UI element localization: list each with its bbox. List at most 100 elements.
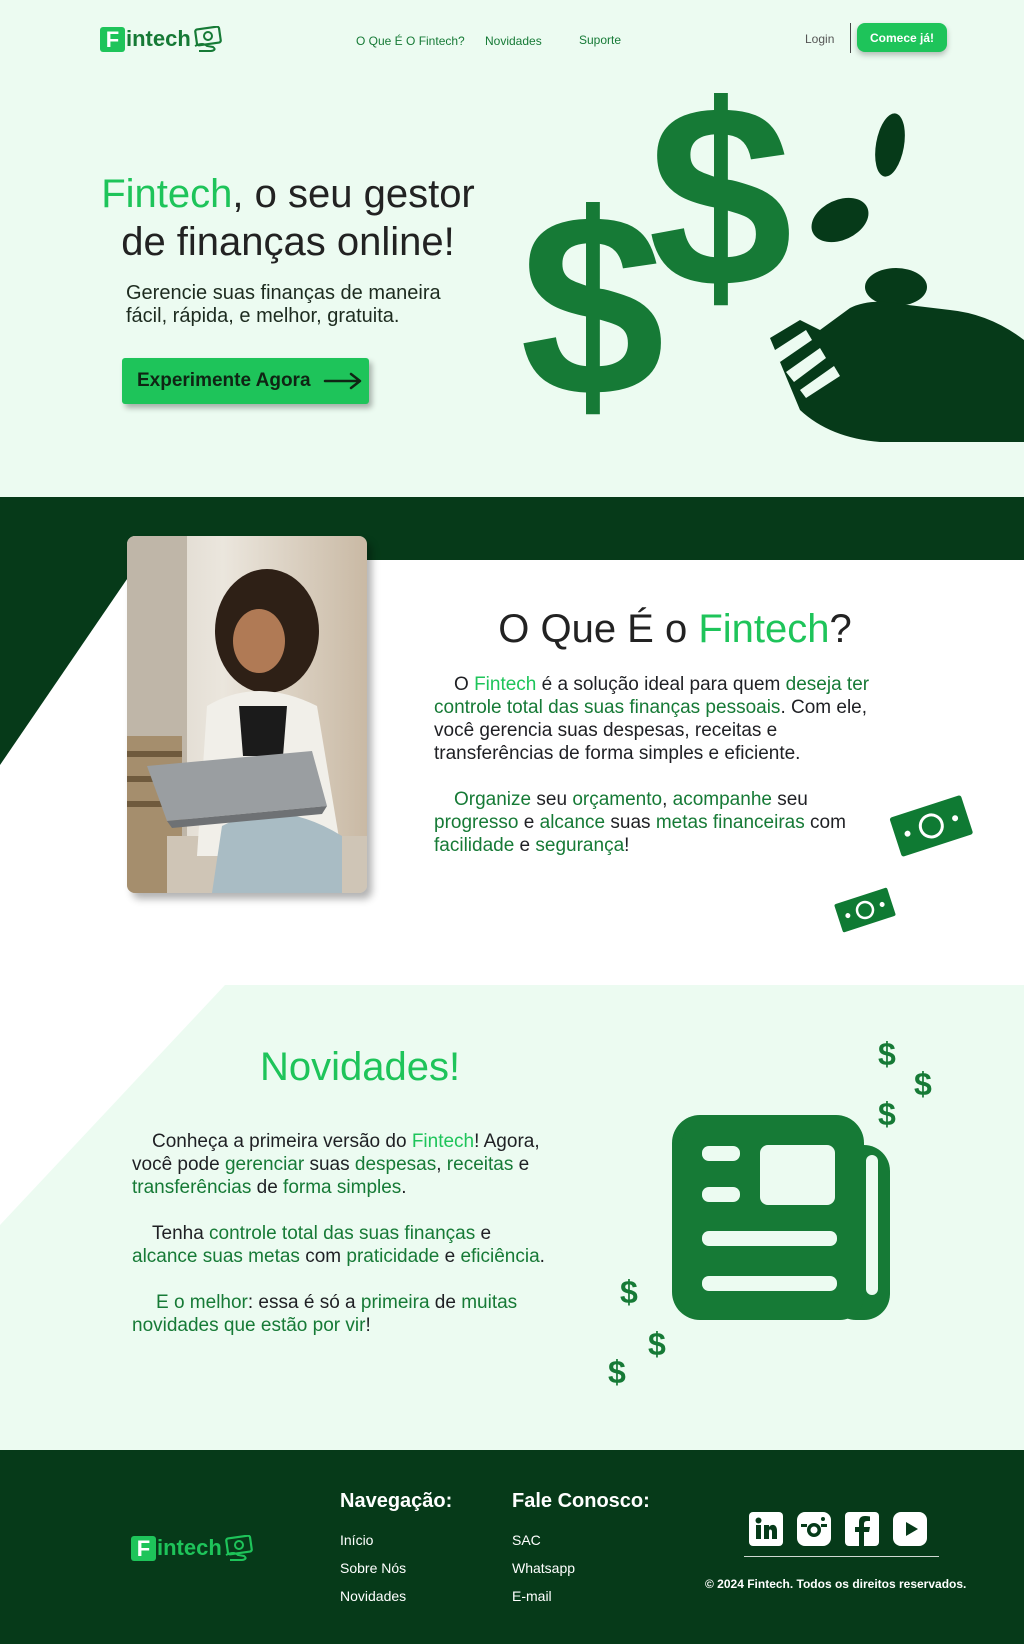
paragraph-segment: ! [624,835,630,856]
about-title-pre: O Que É o [498,607,699,651]
nav-link-suporte[interactable]: Suporte [579,33,621,47]
paragraph-segment: eficiência [460,1246,540,1267]
header-divider [850,23,851,53]
paragraph-segment: de [429,1292,462,1313]
paragraph-segment: Fintech [411,1131,475,1152]
svg-text:$: $ [648,90,793,342]
paragraph-segment: seu [531,789,573,810]
header-logo[interactable]: F intech [100,26,223,52]
paragraph-segment: alcance [539,812,606,833]
paragraph-segment: deseja ter [785,674,870,695]
hero-subtitle-line2: fácil, rápida, e melhor, gratuita. [126,305,400,327]
paragraph-segment: é a solução ideal para quem [536,674,786,695]
footer-link-sac[interactable]: SAC [512,1532,541,1548]
dollar-sign-icon: $ [648,1326,666,1362]
paragraph-segment: E o melhor [156,1292,248,1313]
paragraph-segment: receitas [446,1154,514,1175]
news-title: Novidades! [259,1045,461,1089]
footer-link-whatsapp[interactable]: Whatsapp [512,1560,575,1576]
paragraph-segment: . Com ele, [780,697,868,718]
copyright-text: © 2024 Fintech. Todos os direitos reserv… [705,1577,967,1591]
paragraph-segment: progresso [434,812,519,833]
dollar-sign-icon: $ [608,1354,626,1390]
footer-logo-letter: F [131,1535,156,1561]
login-link[interactable]: Login [805,32,834,46]
paragraph-segment: despesas [354,1154,437,1175]
paragraph-segment: forma simples [283,1177,402,1198]
paragraph-segment: suas [304,1154,355,1175]
site-header: F intech O Que É O Fintech? Novidades Su… [0,0,1024,80]
about-title-post: ? [829,607,852,651]
logo-wordmark: intech [126,26,191,51]
paragraph-segment: Conheça a primeira versão do [152,1131,412,1152]
footer-contact-title: Fale Conosco: [512,1490,650,1512]
paragraph-segment: e [475,1223,492,1244]
hero-subtitle-line1: Gerencie suas finanças de maneira [126,282,441,304]
paragraph-segment: você pode [132,1154,225,1175]
paragraph-segment: e [514,835,536,856]
paragraph-segment: e [513,1154,530,1175]
paragraph-segment: , [662,789,673,810]
footer-link-inicio[interactable]: Início [340,1532,373,1548]
logo-hand-money-icon [193,26,222,52]
paragraph-segment: , [436,1154,447,1175]
hero-title-line2: de finanças online! [121,220,455,264]
newspaper-illustration: $ $ $ $ $ $ [608,1036,932,1390]
dollar-sign-icon: $ [878,1036,896,1072]
about-paragraph-2: Organize seu orçamento, acompanhe seu pro… [434,788,904,857]
paragraph-segment: e [439,1246,461,1267]
try-now-button[interactable]: Experimente Agora [122,358,369,404]
woman-laptop-photo [127,536,367,893]
footer-link-novidades[interactable]: Novidades [340,1588,406,1604]
facebook-icon[interactable] [845,1512,879,1546]
instagram-icon[interactable] [797,1512,831,1546]
paragraph-segment: controle total das suas finanças pessoai… [434,697,781,718]
paragraph-segment: muitas [461,1292,518,1313]
hand-icon [770,301,1024,442]
coin-icon [865,268,927,306]
footer-nav-title: Navegação: [340,1490,453,1512]
arrow-right-icon [323,372,361,390]
paragraph-segment: e [518,812,540,833]
hero-title-rest: , o seu gestor [232,172,475,216]
paragraph-segment: com [804,812,846,833]
about-title: O Que É o Fintech? [430,607,920,652]
dollar-sign-icon: $ [620,1274,638,1310]
svg-text:$: $ [520,161,665,450]
paragraph-segment: Organize [454,789,532,810]
paragraph-segment: segurança [535,835,625,856]
coin-icon [875,113,905,177]
paragraph-segment: acompanhe [672,789,772,810]
linkedin-icon[interactable] [749,1512,783,1546]
news-paragraph-1: Conheça a primeira versão do Fintech! Ag… [132,1130,602,1199]
youtube-icon[interactable] [893,1512,927,1546]
logo-letter: F [100,26,125,52]
news-paragraph-2: Tenha controle total das suas finanças e… [132,1222,602,1268]
paragraph-segment: Tenha [152,1223,210,1244]
paragraph-segment: metas financeiras [655,812,805,833]
hero-subtitle: Gerencie suas finanças de maneira fácil,… [126,282,441,328]
site-footer: F intech Navegação: Início Sobre Nós Nov… [0,1450,1024,1644]
paragraph-segment: transferências [132,1177,252,1198]
paragraph-segment: primeira [360,1292,430,1313]
paragraph-segment: . [401,1177,407,1198]
cash-bill-icon [886,792,976,860]
footer-link-sobre-nos[interactable]: Sobre Nós [340,1560,406,1576]
paragraph-segment: ! Agora, [474,1131,540,1152]
newspaper-icon [672,1115,890,1320]
try-now-label: Experimente Agora [137,370,311,391]
hero-title: Fintech, o seu gestor de finanças online… [88,170,488,266]
about-paragraph-1: O Fintech é a solução ideal para quem de… [434,673,904,765]
paragraph-segment: transferências de forma simples e eficie… [434,743,801,764]
nav-link-novidades[interactable]: Novidades [485,34,542,48]
footer-link-email[interactable]: E-mail [512,1588,552,1604]
paragraph-segment: ! [365,1315,371,1336]
paragraph-segment: seu [771,789,808,810]
footer-logo[interactable]: F intech [131,1535,254,1561]
paragraph-segment: com [299,1246,347,1267]
get-started-button[interactable]: Comece já! [857,23,947,52]
paragraph-segment: alcance suas metas [132,1246,300,1267]
nav-link-o-que-e[interactable]: O Que É O Fintech? [356,34,465,48]
paragraph-segment: gerenciar [224,1154,305,1175]
paragraph-segment: suas [605,812,656,833]
